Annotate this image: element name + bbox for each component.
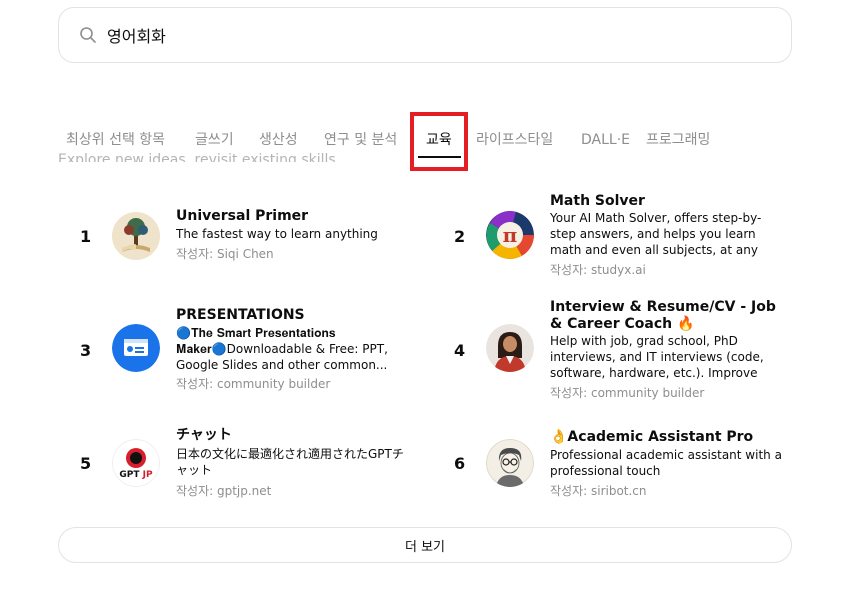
item-description: Help with job, grad school, PhD intervie…: [550, 334, 764, 380]
presentation-avatar: [112, 324, 160, 372]
item-title: 👌Academic Assistant Pro: [550, 429, 754, 445]
list-item[interactable]: 5 GPT JP チャット 日本の文化に最適化され適用されたGPTチャット 작성…: [70, 425, 410, 501]
see-more-button[interactable]: 더 보기: [58, 527, 792, 563]
rank-number: 3: [80, 341, 92, 360]
item-title: Interview & Resume/CV - Job & Career Coa…: [550, 299, 776, 332]
item-title: PRESENTATIONS: [176, 307, 305, 323]
tab-lifestyle[interactable]: 라이프스타일: [476, 127, 553, 153]
item-description: The fastest way to learn anything hard.: [176, 227, 378, 241]
item-description: 日本の文化に最適化され適用されたGPTチャット: [176, 447, 404, 477]
tab-top-picks[interactable]: 최상위 선택 항목: [66, 127, 165, 153]
item-title: チャット: [176, 427, 232, 443]
item-author: 작성자: community builder: [176, 377, 331, 391]
item-description: 🔵𝐓𝐡𝐞 𝐒𝐦𝐚𝐫𝐭 𝐏𝐫𝐞𝐬𝐞𝐧𝐭𝐚𝐭𝐢𝐨𝐧𝐬 𝐌𝐚𝐤𝐞𝐫🔵Downloada…: [176, 326, 388, 372]
list-item[interactable]: 2 π Math Solver Your AI Math Solver, off…: [444, 192, 794, 280]
item-author: 작성자: Siqi Chen: [176, 247, 274, 261]
list-item[interactable]: 6 👌Academic Assistant Pro Professional a…: [444, 427, 794, 501]
pi-avatar: π: [486, 211, 534, 259]
search-input[interactable]: [107, 18, 767, 52]
list-item[interactable]: 1 Universal Primer The fastest way to le…: [70, 200, 410, 270]
search-icon: [80, 27, 96, 43]
tab-research[interactable]: 연구 및 분석: [324, 127, 397, 153]
item-title: Universal Primer: [176, 208, 309, 224]
rank-number: 2: [454, 227, 466, 246]
search-bar[interactable]: [58, 7, 792, 63]
item-title: Math Solver: [550, 193, 645, 209]
highlight-box: [410, 112, 468, 171]
list-item[interactable]: 3 PRESENTATIONS 🔵𝐓𝐡𝐞 𝐒𝐦𝐚𝐫𝐭 𝐏𝐫𝐞𝐬𝐞𝐧𝐭𝐚𝐭𝐢𝐨𝐧𝐬…: [70, 305, 410, 395]
svg-text:GPT JP: GPT JP: [119, 470, 153, 480]
item-author: 작성자: studyx.ai: [550, 263, 646, 277]
rank-number: 1: [80, 227, 92, 246]
list-item[interactable]: 4 Interview & Resume/CV - Job & Career C…: [444, 298, 794, 404]
scholar-avatar: [486, 439, 534, 487]
tab-dalle[interactable]: DALL·E: [581, 127, 630, 153]
rank-number: 6: [454, 454, 466, 473]
item-author: 작성자: community builder: [550, 386, 705, 400]
tab-writing[interactable]: 글쓰기: [195, 127, 234, 153]
item-author: 작성자: gptjp.net: [176, 484, 272, 498]
item-description: Professional academic assistant with a p…: [550, 448, 782, 478]
rank-number: 5: [80, 454, 92, 473]
gptjp-avatar: GPT JP: [112, 439, 160, 487]
rank-number: 4: [454, 341, 466, 360]
tab-programming[interactable]: 프로그래밍: [646, 127, 710, 153]
item-author: 작성자: siribot.cn: [550, 484, 647, 498]
svg-text:π: π: [503, 223, 518, 247]
tab-productivity[interactable]: 생산성: [259, 127, 298, 153]
item-description: Your AI Math Solver, offers step-by-step…: [550, 211, 762, 257]
book-tree-avatar: [112, 212, 160, 260]
person-avatar: [486, 324, 534, 372]
